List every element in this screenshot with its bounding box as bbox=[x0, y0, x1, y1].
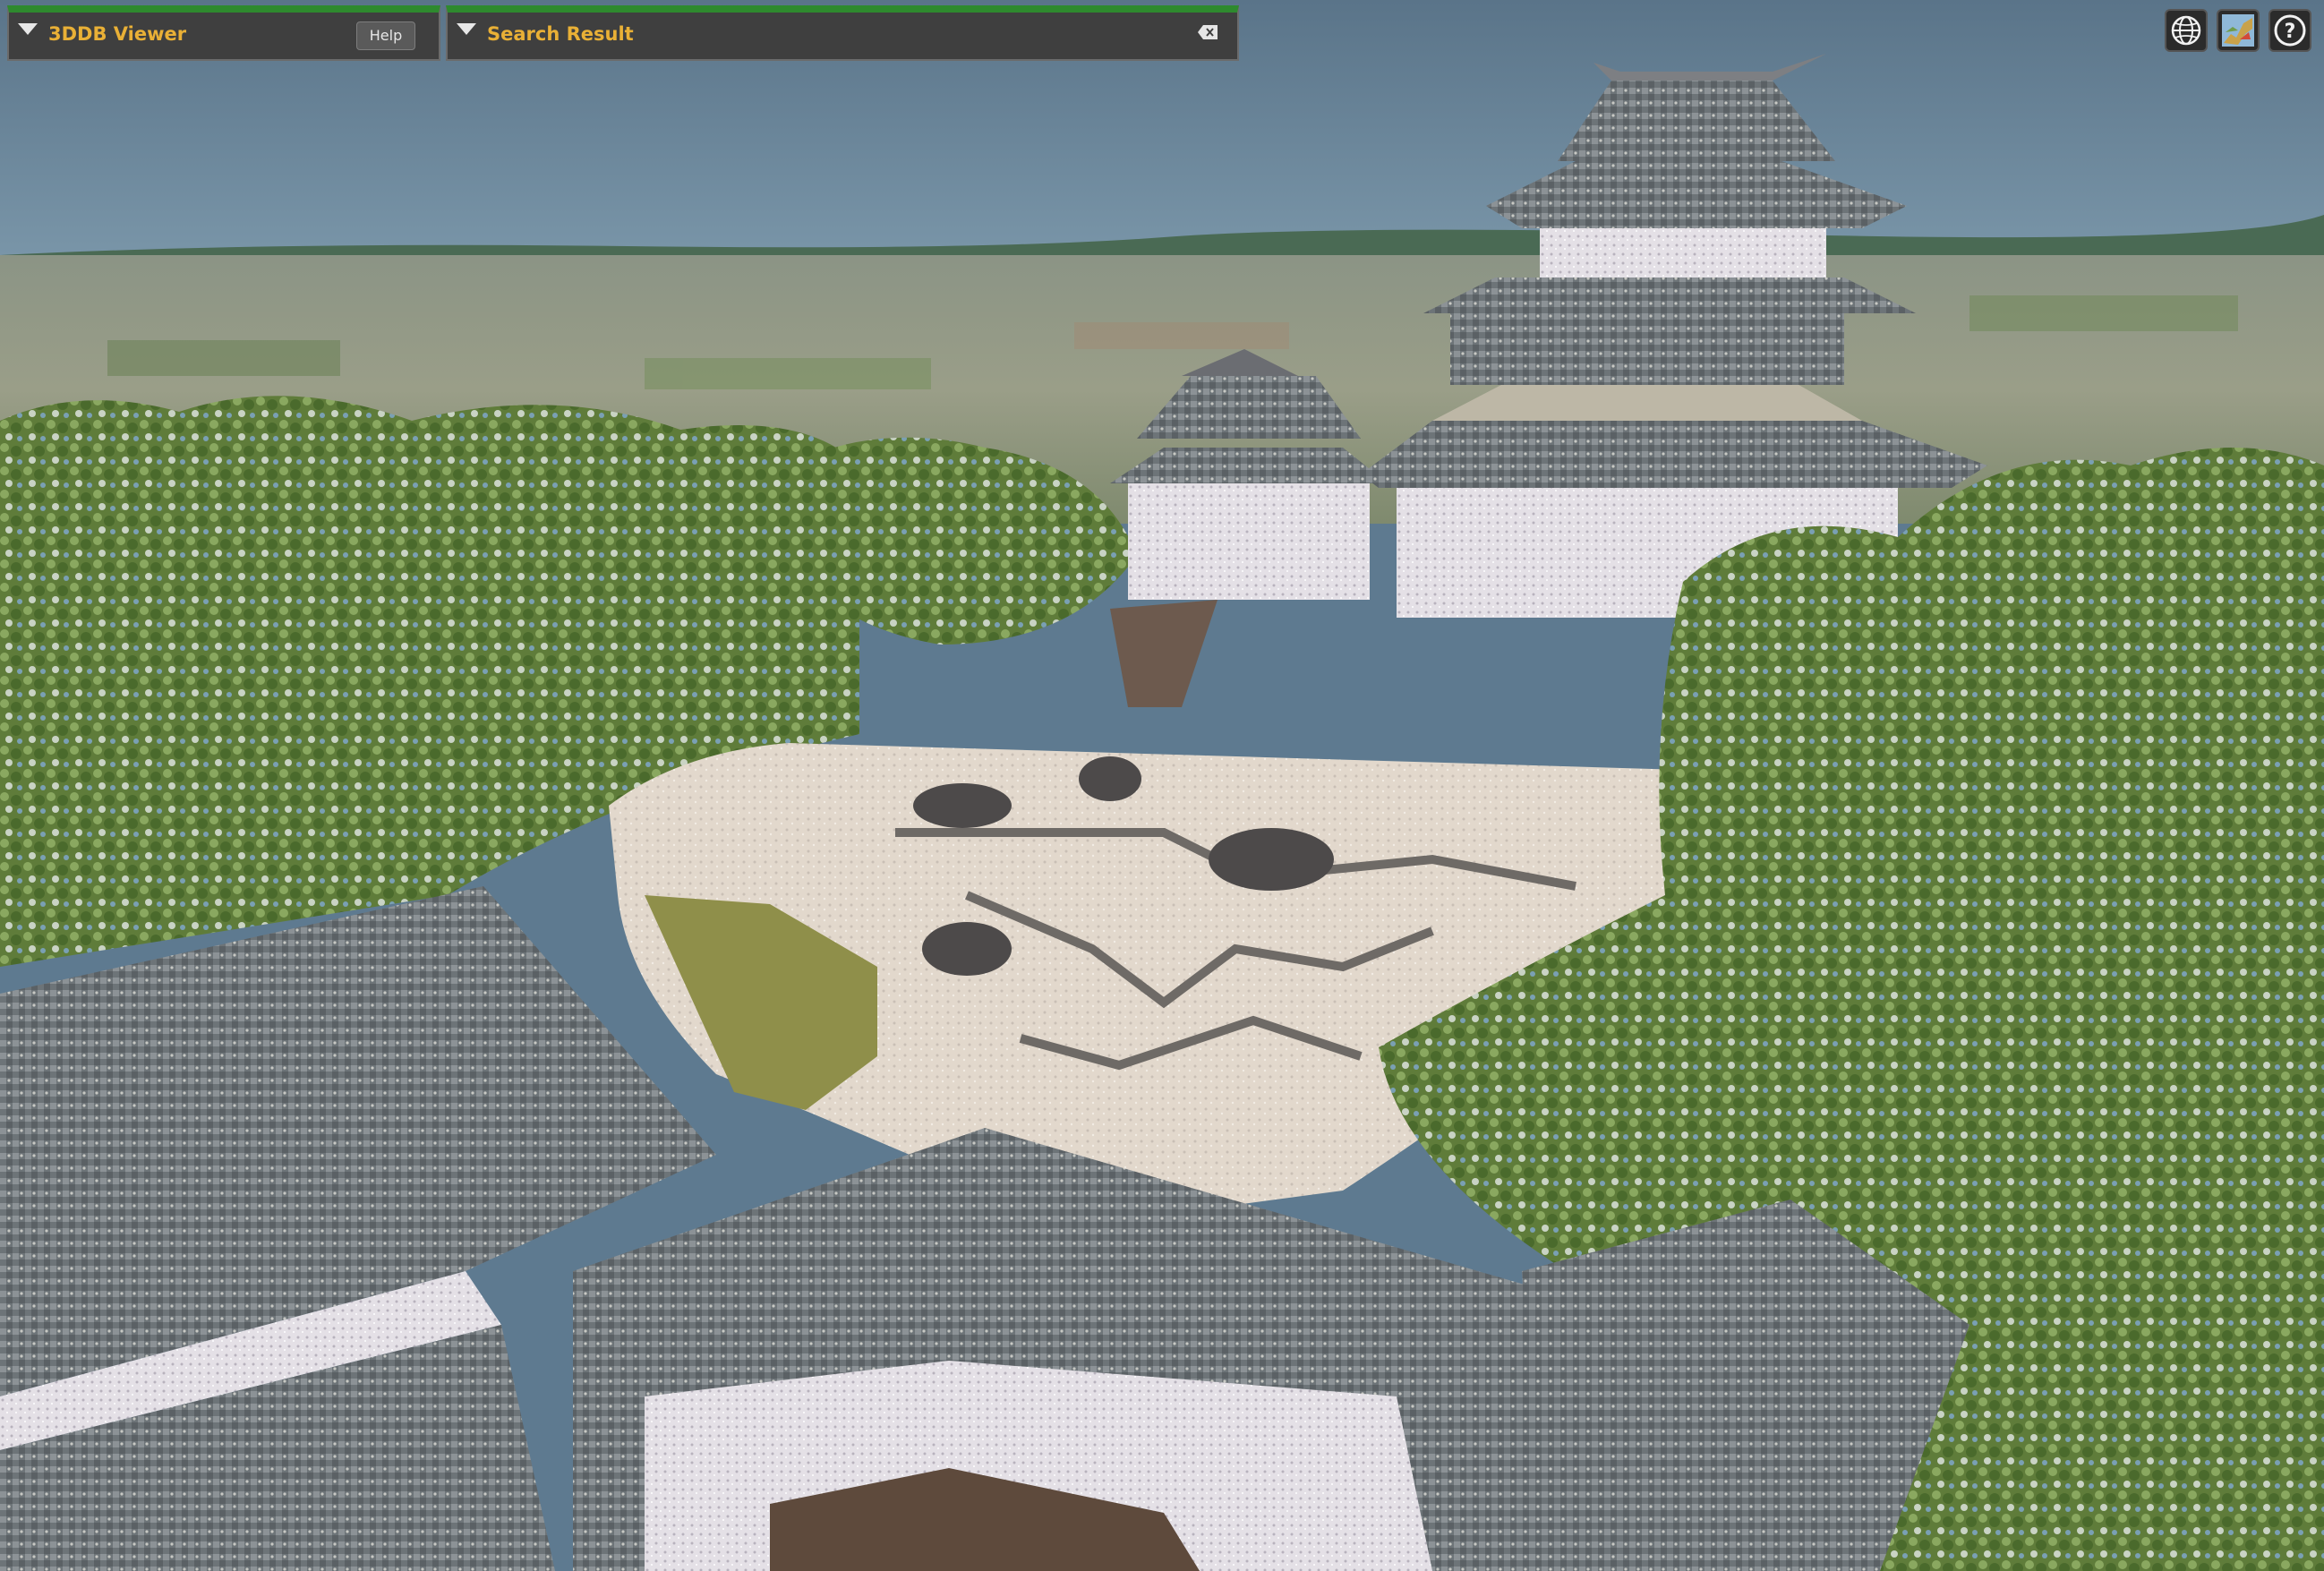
viewer-panel-title: 3DDB Viewer bbox=[48, 23, 187, 45]
3d-viewport[interactable] bbox=[0, 0, 2324, 1571]
search-result-panel: Search Result bbox=[446, 5, 1239, 61]
map-layer-icon bbox=[2222, 14, 2254, 47]
map-layer-button[interactable] bbox=[2217, 9, 2260, 52]
viewer-panel: 3DDB Viewer Help bbox=[7, 5, 440, 61]
help-button[interactable]: Help bbox=[356, 21, 415, 50]
help-circle-button[interactable]: ? bbox=[2268, 9, 2311, 52]
point-cloud-scene bbox=[0, 0, 2324, 1571]
globe-button[interactable] bbox=[2165, 9, 2208, 52]
collapse-toggle-icon[interactable] bbox=[457, 23, 476, 35]
help-glyph: ? bbox=[2285, 21, 2296, 43]
collapse-toggle-icon[interactable] bbox=[18, 23, 38, 35]
search-panel-title: Search Result bbox=[487, 23, 634, 45]
clear-icon bbox=[1198, 25, 1218, 39]
stone-stairs bbox=[1110, 600, 1218, 707]
question-icon: ? bbox=[2274, 14, 2306, 47]
globe-icon bbox=[2171, 15, 2201, 46]
clear-search-button[interactable] bbox=[1198, 23, 1219, 41]
